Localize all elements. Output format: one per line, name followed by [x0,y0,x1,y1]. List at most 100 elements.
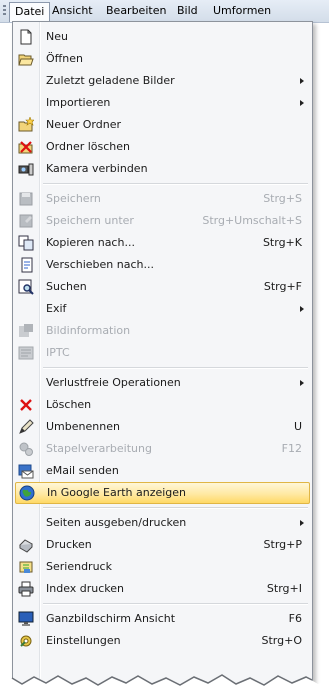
menu-item-label: IPTC [46,346,70,359]
menu-item-label: Neu [46,30,68,43]
menu-item-bildinformation[interactable]: Bildinformation [15,320,310,342]
print-icon [19,539,33,553]
menu-item-label: Drucken [46,538,92,551]
batch-print-icon [19,561,33,573]
menu-item-shortcut: F12 [281,442,302,455]
menu-item-umbenennen[interactable]: Umbenennen U [15,416,310,438]
google-earth-icon [19,485,35,501]
menu-item-verlustfreie-operationen[interactable]: Verlustfreie Operationen [15,372,310,394]
menu-item-label: Umbenennen [46,420,120,433]
menu-item-einstellungen[interactable]: Einstellungen Strg+O [15,630,310,652]
menu-item-importieren[interactable]: Importieren [15,92,310,114]
menu-item-drucken[interactable]: Drucken Strg+P [15,534,310,556]
submenu-arrow-icon [300,520,304,526]
menu-item-loeschen[interactable]: Löschen [15,394,310,416]
delete-icon [20,399,32,411]
menu-item-neu[interactable]: Neu [15,26,310,48]
menu-item-zuletzt-geladene-bilder[interactable]: Zuletzt geladene Bilder [15,70,310,92]
menu-item-shortcut: Strg+F [263,280,302,293]
menu-item-kamera-verbinden[interactable]: Kamera verbinden [15,158,310,180]
menu-item-stapelverarbeitung[interactable]: Stapelverarbeitung F12 [15,438,310,460]
menu-item-label: Suchen [46,280,87,293]
menu-item-label: Index drucken [46,582,125,595]
search-icon [18,279,34,295]
torn-edge-decoration [0,674,329,699]
save-as-icon [19,214,33,228]
menu-item-label: Stapelverarbeitung [46,442,152,455]
save-icon [19,192,33,206]
menu-item-verschieben-nach[interactable]: Verschieben nach... [15,254,310,276]
menu-bild[interactable]: Bild [172,2,203,20]
menu-item-index-drucken[interactable]: Index drucken Strg+I [15,578,310,600]
menu-item-shortcut: Strg+I [266,582,302,595]
menu-item-iptc[interactable]: IPTC [15,342,310,364]
menu-item-shortcut: Strg+P [263,538,302,551]
menu-separator [43,603,308,605]
delete-folder-icon [18,141,33,154]
rename-icon [19,419,34,434]
menu-item-neuer-ordner[interactable]: Neuer Ordner [15,114,310,136]
menu-item-label: Exif [46,302,67,315]
copy-to-icon [18,235,34,251]
submenu-arrow-icon [300,100,304,106]
index-print-icon [18,581,34,597]
menu-item-label: Verlustfreie Operationen [46,376,181,389]
move-to-icon [21,257,33,273]
menu-item-label: Einstellungen [46,634,121,647]
menu-item-label: In Google Earth anzeigen [47,486,187,499]
menu-item-label: Speichern [46,192,101,205]
image-info-icon [19,324,33,337]
menu-item-oeffnen[interactable]: Öffnen [15,48,310,70]
menu-item-label: Kamera verbinden [46,162,148,175]
new-folder-icon [18,117,34,132]
menu-item-label: Löschen [46,398,92,411]
menu-item-label: Kopieren nach... [46,236,135,249]
menu-item-shortcut: Strg+S [263,192,302,205]
menu-item-speichern-unter[interactable]: Speichern unter Strg+Umschalt+S [15,210,310,232]
batch-icon [19,442,33,456]
menu-item-kopieren-nach[interactable]: Kopieren nach... Strg+K [15,232,310,254]
menu-item-exif[interactable]: Exif [15,298,310,320]
menu-item-seiten-ausgeben-drucken[interactable]: Seiten ausgeben/drucken [15,512,310,534]
iptc-icon [18,346,34,360]
email-icon [18,464,34,479]
menu-bar: Datei Ansicht Bearbeiten Bild Umformen [0,0,329,23]
menu-item-shortcut: Strg+O [261,634,302,647]
menu-item-label: Öffnen [46,52,83,65]
menu-umformen[interactable]: Umformen [208,2,276,20]
menu-item-google-earth[interactable]: In Google Earth anzeigen [15,482,310,504]
menu-bearbeiten[interactable]: Bearbeiten [101,2,171,20]
new-file-icon [20,29,32,45]
camera-icon [18,163,34,176]
menu-datei[interactable]: Datei [9,2,51,22]
menu-item-label: Neuer Ordner [46,118,121,131]
menu-item-email-senden[interactable]: eMail senden [15,460,310,482]
open-folder-icon [18,54,34,66]
menu-item-label: Zuletzt geladene Bilder [46,74,175,87]
menu-item-seriendruck[interactable]: Seriendruck [15,556,310,578]
menu-item-ordner-loeschen[interactable]: Ordner löschen [15,136,310,158]
menu-separator [43,507,308,509]
menu-separator [43,183,308,185]
fullscreen-icon [18,611,34,626]
menu-ansicht[interactable]: Ansicht [47,2,98,20]
menu-item-label: Ordner löschen [46,140,131,153]
file-menu-dropdown: Neu Öffnen Zuletzt geladene Bilder Impor… [12,21,313,693]
menu-item-label: eMail senden [46,464,119,477]
menu-item-label: Importieren [46,96,111,109]
menu-item-shortcut: U [293,420,302,433]
menu-item-shortcut: Strg+K [262,236,302,249]
menu-item-shortcut: F6 [288,612,302,625]
menu-item-ganzbildschirm-ansicht[interactable]: Ganzbildschirm Ansicht F6 [15,608,310,630]
toolbar-grip[interactable] [3,5,6,17]
submenu-arrow-icon [300,78,304,84]
menu-item-suchen[interactable]: Suchen Strg+F [15,276,310,298]
menu-item-label: Seiten ausgeben/drucken [46,516,187,529]
menu-item-label: Speichern unter [46,214,134,227]
submenu-arrow-icon [300,306,304,312]
menu-item-shortcut: Strg+Umschalt+S [202,214,302,227]
menu-item-speichern[interactable]: Speichern Strg+S [15,188,310,210]
menu-item-label: Verschieben nach... [46,258,154,271]
menu-item-label: Bildinformation [46,324,131,337]
settings-icon [20,635,32,647]
